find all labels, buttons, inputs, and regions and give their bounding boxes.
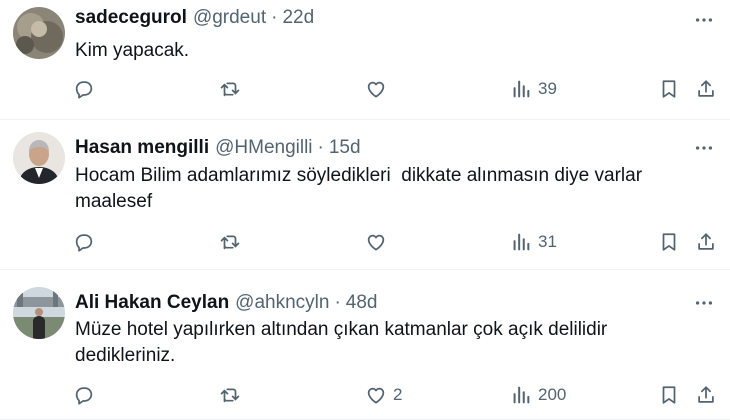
views-icon <box>513 386 530 404</box>
like-icon <box>367 81 385 98</box>
bookmark-button[interactable] <box>658 226 680 258</box>
views-button[interactable]: 200 <box>510 379 566 411</box>
views-count: 39 <box>538 79 557 98</box>
more-icon <box>695 301 713 305</box>
share-button[interactable] <box>695 73 717 105</box>
action-bar: 31 <box>0 226 730 258</box>
reply-icon <box>75 387 93 405</box>
more-icon <box>695 146 713 150</box>
bookmark-icon <box>662 233 676 251</box>
retweet-button[interactable] <box>219 226 247 258</box>
action-bar: 2 200 <box>0 379 730 411</box>
retweet-icon <box>220 82 240 97</box>
more-button[interactable] <box>692 136 716 160</box>
bookmark-icon <box>662 386 676 404</box>
retweet-button[interactable] <box>219 73 247 105</box>
views-button[interactable]: 31 <box>510 226 557 258</box>
avatar-icon <box>13 7 65 59</box>
bookmark-icon <box>662 80 676 98</box>
reply-button[interactable] <box>73 73 101 105</box>
views-icon <box>513 233 530 251</box>
reply-button[interactable] <box>73 379 101 411</box>
bookmark-button[interactable] <box>658 379 680 411</box>
share-icon <box>698 233 714 250</box>
share-button[interactable] <box>695 379 717 411</box>
action-bar: 39 <box>0 73 730 105</box>
author-name[interactable]: Ali Hakan Ceylan <box>75 291 229 315</box>
author-handle[interactable]: @grdeut <box>193 6 266 30</box>
author-name[interactable]: sadecegurol <box>75 6 187 30</box>
share-button[interactable] <box>695 226 717 258</box>
views-button[interactable]: 39 <box>510 73 557 105</box>
tweet-text: Kim yapacak. <box>75 40 190 61</box>
timestamp[interactable]: 22d <box>282 6 314 30</box>
bookmark-button[interactable] <box>658 73 680 105</box>
separator-dot: · <box>334 292 341 313</box>
author-handle[interactable]: @HMengilli <box>215 136 312 160</box>
avatar[interactable] <box>13 7 65 59</box>
author-name[interactable]: Hasan mengilli <box>75 136 209 160</box>
retweet-icon <box>220 235 240 250</box>
more-button[interactable] <box>692 8 716 32</box>
avatar[interactable] <box>13 132 65 184</box>
avatar-icon <box>13 287 65 339</box>
like-button[interactable]: 2 <box>365 379 402 411</box>
avatar[interactable] <box>13 287 65 339</box>
like-button[interactable] <box>365 73 393 105</box>
reply-button[interactable] <box>73 226 101 258</box>
share-icon <box>698 80 714 97</box>
like-icon <box>367 387 385 404</box>
like-count: 2 <box>393 385 403 404</box>
separator-dot: · <box>271 7 278 28</box>
like-button[interactable] <box>365 226 393 258</box>
separator-dot: · <box>317 137 324 158</box>
tweet[interactable]: sadecegurol @grdeut · 22d Kim yapacak. 3… <box>0 0 730 120</box>
tweet-text: Müze hotel yapılırken altından çıkan kat… <box>75 319 608 366</box>
share-icon <box>698 386 714 403</box>
tweet-text: Hocam Bilim adamlarımız söyledikleri dik… <box>75 165 643 212</box>
tweet[interactable]: Hasan mengilli @HMengilli · 15d Hocam Bi… <box>0 120 730 270</box>
retweet-icon <box>220 388 240 403</box>
views-count: 31 <box>538 232 557 251</box>
author-handle[interactable]: @ahkncyln <box>235 291 329 315</box>
avatar-icon <box>13 132 65 184</box>
tweet[interactable]: Ali Hakan Ceylan @ahkncyln · 48d Müze ho… <box>0 270 730 420</box>
views-icon <box>513 80 530 98</box>
more-icon <box>695 18 713 22</box>
like-icon <box>367 234 385 251</box>
retweet-button[interactable] <box>219 379 247 411</box>
views-count: 200 <box>538 385 567 404</box>
timestamp[interactable]: 15d <box>329 136 361 160</box>
more-button[interactable] <box>692 291 716 315</box>
reply-icon <box>75 234 93 252</box>
timestamp[interactable]: 48d <box>346 291 378 315</box>
reply-icon <box>75 81 93 99</box>
